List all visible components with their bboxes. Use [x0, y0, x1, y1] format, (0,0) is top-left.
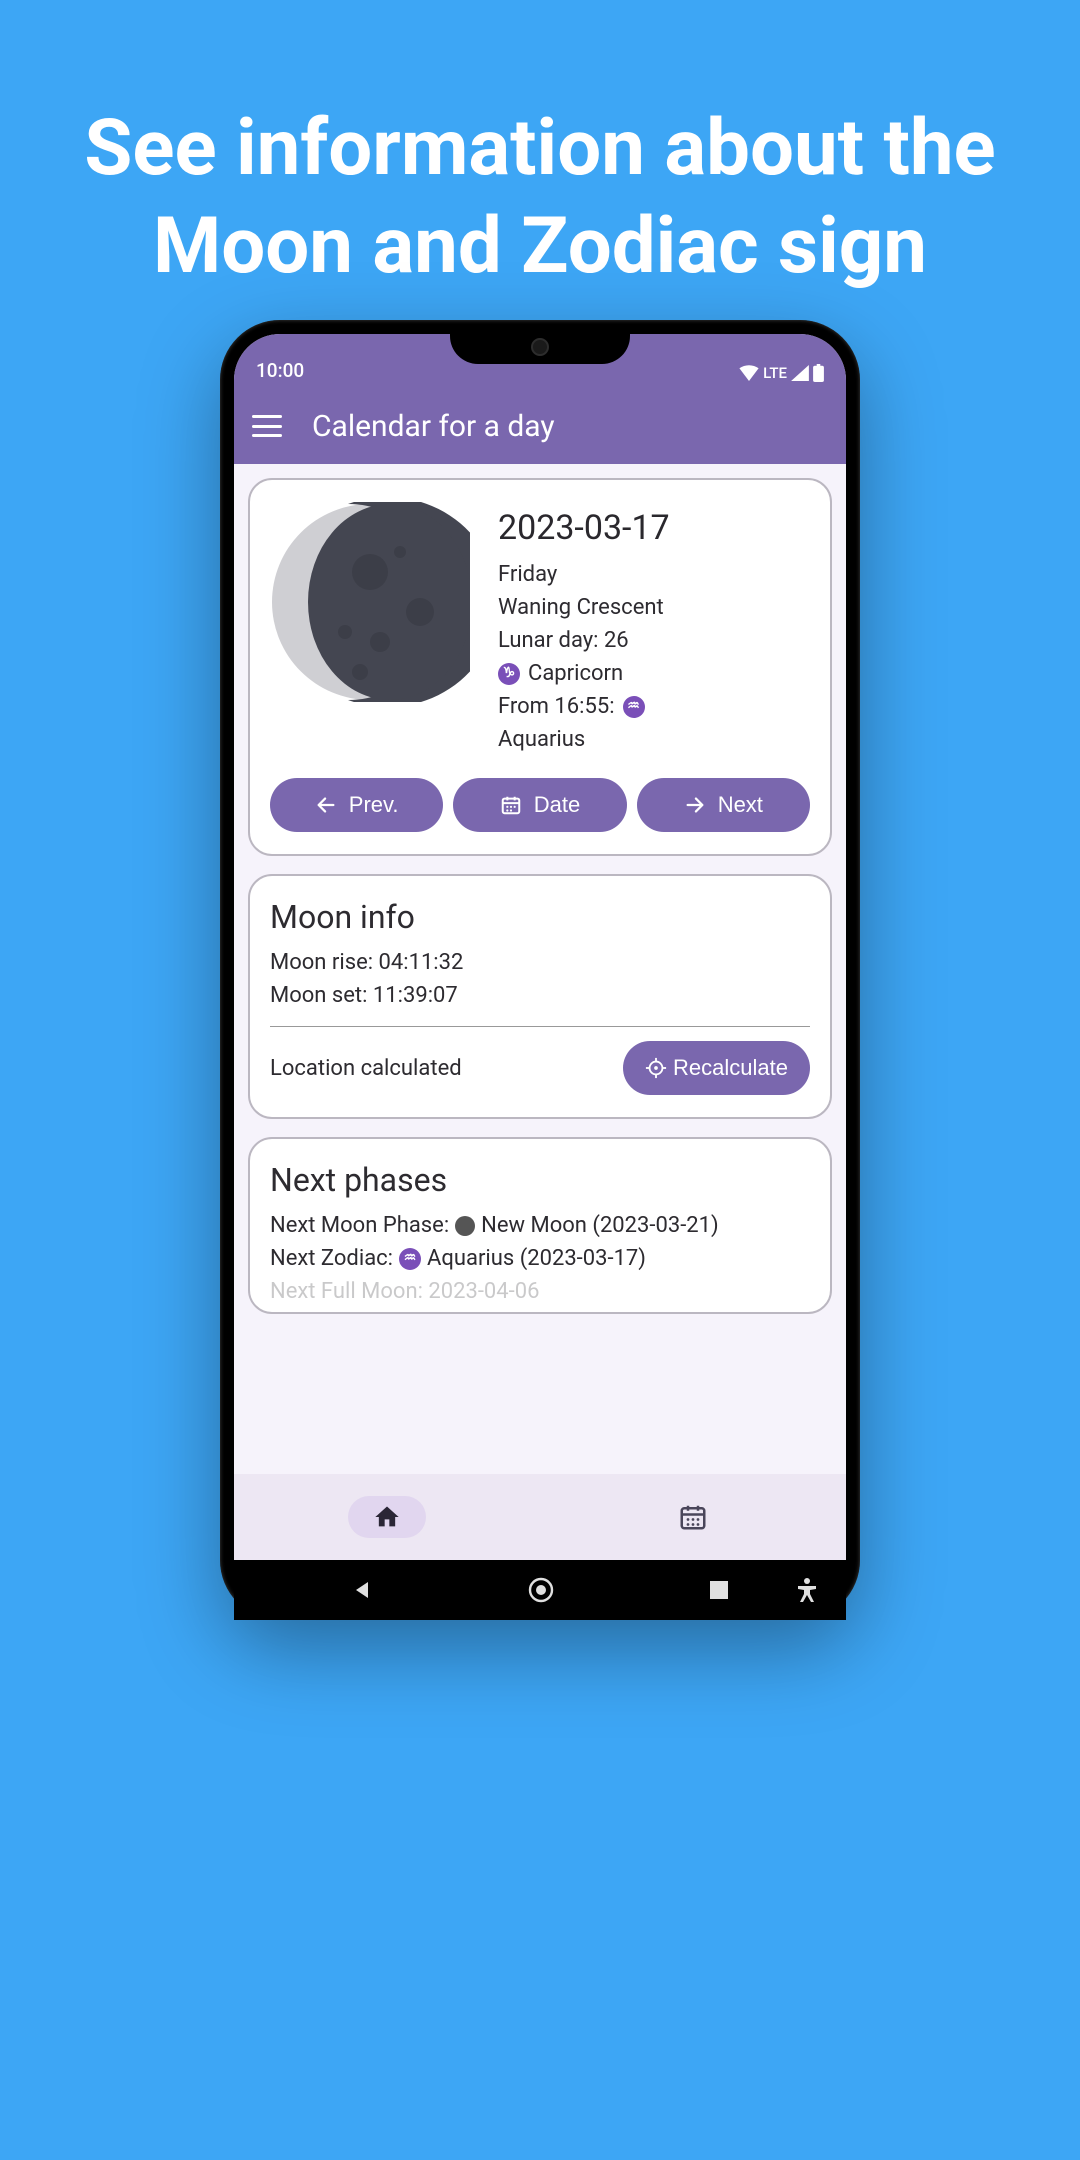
calendar-icon	[500, 794, 522, 816]
target-icon	[645, 1057, 667, 1079]
capricorn-icon: ♑︎	[498, 663, 520, 685]
moon-info-title: Moon info	[270, 898, 810, 936]
home-system-icon[interactable]	[527, 1576, 555, 1604]
moon-rise-line: Moon rise: 04:11:32	[270, 946, 810, 979]
signal-icon	[791, 365, 809, 381]
next-phase-pre: Next Moon Phase:	[270, 1209, 449, 1242]
moon-info-card: Moon info Moon rise: 04:11:32 Moon set: …	[248, 874, 832, 1119]
next-moon-phase-line: Next Moon Phase: New Moon (2023-03-21)	[270, 1209, 810, 1242]
prev-button[interactable]: Prev.	[270, 778, 443, 832]
back-icon[interactable]	[350, 1578, 374, 1602]
from-zodiac-name: Aquarius	[498, 723, 810, 756]
status-time: 10:00	[256, 359, 304, 382]
phone-frame: 10:00 LTE Calendar for a day	[220, 320, 860, 1620]
arrow-left-icon	[315, 794, 337, 816]
main-content: 2023-03-17 Friday Waning Crescent Lunar …	[234, 464, 846, 1346]
next-zodiac-pre: Next Zodiac:	[270, 1242, 393, 1275]
menu-icon[interactable]	[252, 415, 282, 437]
date-button-label: Date	[534, 792, 580, 818]
calendar-icon	[678, 1502, 708, 1532]
accessibility-icon[interactable]	[796, 1577, 818, 1603]
next-full-moon-line: Next Full Moon: 2023-04-06	[270, 1275, 810, 1308]
next-phase-mid: New Moon (2023-03-21)	[481, 1209, 719, 1242]
date-nav-row: Prev. Date Next	[270, 778, 810, 832]
app-bar: Calendar for a day	[234, 388, 846, 464]
bottom-nav	[234, 1474, 846, 1560]
aquarius-icon: ♒︎	[399, 1248, 421, 1270]
date-value: 2023-03-17	[498, 508, 810, 548]
phone-screen: 10:00 LTE Calendar for a day	[234, 334, 846, 1620]
moon-phase-label: Waning Crescent	[498, 591, 810, 624]
date-button[interactable]: Date	[453, 778, 626, 832]
android-nav-bar	[234, 1560, 846, 1620]
day-info: 2023-03-17 Friday Waning Crescent Lunar …	[498, 502, 810, 756]
promo-title: See information about the Moon and Zodia…	[0, 0, 1080, 295]
divider	[270, 1026, 810, 1027]
recalculate-button[interactable]: Recalculate	[623, 1041, 810, 1095]
status-indicators: LTE	[739, 364, 824, 382]
next-button[interactable]: Next	[637, 778, 810, 832]
weekday-label: Friday	[498, 558, 810, 591]
location-status: Location calculated	[270, 1052, 462, 1085]
day-card: 2023-03-17 Friday Waning Crescent Lunar …	[248, 478, 832, 856]
home-icon	[373, 1503, 401, 1531]
next-phases-card: Next phases Next Moon Phase: New Moon (2…	[248, 1137, 832, 1314]
app-bar-title: Calendar for a day	[312, 409, 555, 444]
network-label: LTE	[763, 364, 787, 382]
next-button-label: Next	[718, 792, 763, 818]
recalculate-label: Recalculate	[673, 1055, 788, 1081]
from-time-label: From 16:55:	[498, 690, 615, 723]
arrow-right-icon	[684, 794, 706, 816]
moon-phase-icon	[270, 502, 470, 702]
recents-icon[interactable]	[708, 1579, 730, 1601]
nav-home[interactable]	[234, 1474, 540, 1560]
next-zodiac-post: Aquarius (2023-03-17)	[427, 1242, 646, 1275]
aquarius-icon: ♒︎	[623, 696, 645, 718]
zodiac-name: Capricorn	[528, 657, 623, 690]
moon-set-line: Moon set: 11:39:07	[270, 979, 810, 1012]
lunar-day-label: Lunar day: 26	[498, 624, 810, 657]
wifi-icon	[739, 365, 759, 381]
next-phases-title: Next phases	[270, 1161, 810, 1199]
nav-calendar[interactable]	[540, 1474, 846, 1560]
new-moon-icon	[455, 1216, 475, 1236]
battery-icon	[813, 364, 824, 382]
phone-camera	[531, 338, 549, 356]
next-zodiac-line: Next Zodiac: ♒︎ Aquarius (2023-03-17)	[270, 1242, 810, 1275]
prev-button-label: Prev.	[349, 792, 399, 818]
